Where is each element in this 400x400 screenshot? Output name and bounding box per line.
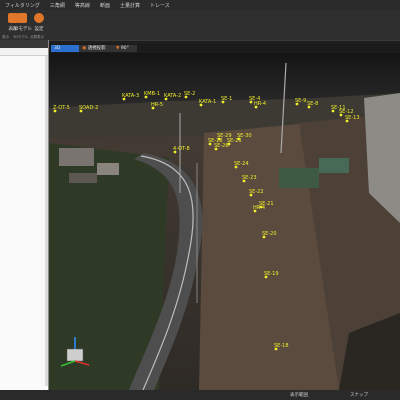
status-view-range[interactable]: 表示範囲 — [290, 392, 308, 398]
marker-label: 4-OT-8 — [173, 146, 190, 152]
marker-label: SE-9 — [295, 98, 306, 104]
marker-label: KATA-3 — [122, 93, 139, 99]
marker-label: SE-24 — [234, 161, 249, 167]
menu-section[interactable]: 断面 — [95, 2, 115, 9]
marker-label: SE-13 — [345, 115, 360, 121]
marker-label: SE-29 — [217, 133, 232, 139]
marker-label: SE-1 — [221, 96, 232, 102]
marker-label: SE-8 — [307, 101, 318, 107]
menu-earthwork[interactable]: 土量計算 — [115, 2, 145, 9]
marker-label: SE-23 — [242, 175, 257, 181]
3d-viewport[interactable]: Z-OT-5 SOAD-2 KATA-3 KMB-1 KATA-2 SE-2 HR-5 SE-… — [49, 53, 400, 390]
marker-label: KATA-1 — [199, 99, 216, 105]
marker-label: Z-OT-5 — [53, 105, 70, 111]
status-bar: 表示範囲 スナップ — [0, 390, 400, 400]
point-cloud-scene: Z-OT-5 SOAD-2 KATA-3 KMB-1 KATA-2 SE-2 HR-5 SE-… — [49, 53, 400, 390]
ribbon-toolbar: 表示 3Dモデル 設定 表示 3Dモデル 点群表示 — [0, 10, 400, 41]
menu-filtering[interactable]: フィルタリング — [0, 2, 45, 9]
menu-bar: フィルタリング 三角網 等高線 断面 土量計算 トレース — [0, 0, 400, 10]
marker-label: KATA-2 — [164, 93, 181, 99]
3d-model-icon — [17, 13, 27, 23]
marker-label: SE-19 — [264, 271, 279, 277]
left-panel — [0, 40, 49, 394]
left-panel-header — [0, 40, 48, 48]
marker-label: HR-5 — [151, 102, 163, 108]
marker-label: SE-11 — [331, 105, 346, 111]
tab-perspective-label: 透視投影 — [87, 46, 106, 51]
marker-label: SE-18 — [274, 343, 289, 349]
marker-label: SE-30 — [237, 133, 252, 139]
marker-label: HR-4 — [254, 101, 266, 107]
tab-3d-label: 3D — [54, 46, 61, 51]
list-item[interactable] — [0, 48, 48, 56]
tab-perspective[interactable]: ▣ 透視投影 — [79, 45, 115, 52]
tab-angle-label: 90° — [120, 46, 129, 51]
marker-label: KMB-1 — [144, 91, 160, 97]
view-tabs: 3D ▣ 透視投影 ▼ 90° — [49, 44, 400, 53]
marker-label: SE-2 — [184, 91, 195, 97]
marker-label: SE-26 — [214, 143, 229, 149]
menu-contour[interactable]: 等高線 — [70, 2, 95, 9]
marker-label: SOAD-2 — [79, 105, 98, 111]
gear-icon — [34, 13, 44, 23]
scrollbar[interactable] — [45, 56, 48, 386]
marker-label: SE-20 — [262, 231, 277, 237]
settings-button[interactable]: 設定 — [28, 12, 50, 34]
tab-angle[interactable]: ▼ 90° — [113, 45, 137, 52]
menu-triangulation[interactable]: 三角網 — [45, 2, 70, 9]
status-snap[interactable]: スナップ — [350, 392, 368, 398]
menu-trace[interactable]: トレース — [145, 2, 175, 9]
marker-label: HR-4 — [253, 205, 265, 211]
tab-3d[interactable]: 3D — [51, 45, 81, 52]
marker-label: SE-22 — [249, 189, 264, 195]
settings-button-label: 設定 — [34, 27, 44, 32]
